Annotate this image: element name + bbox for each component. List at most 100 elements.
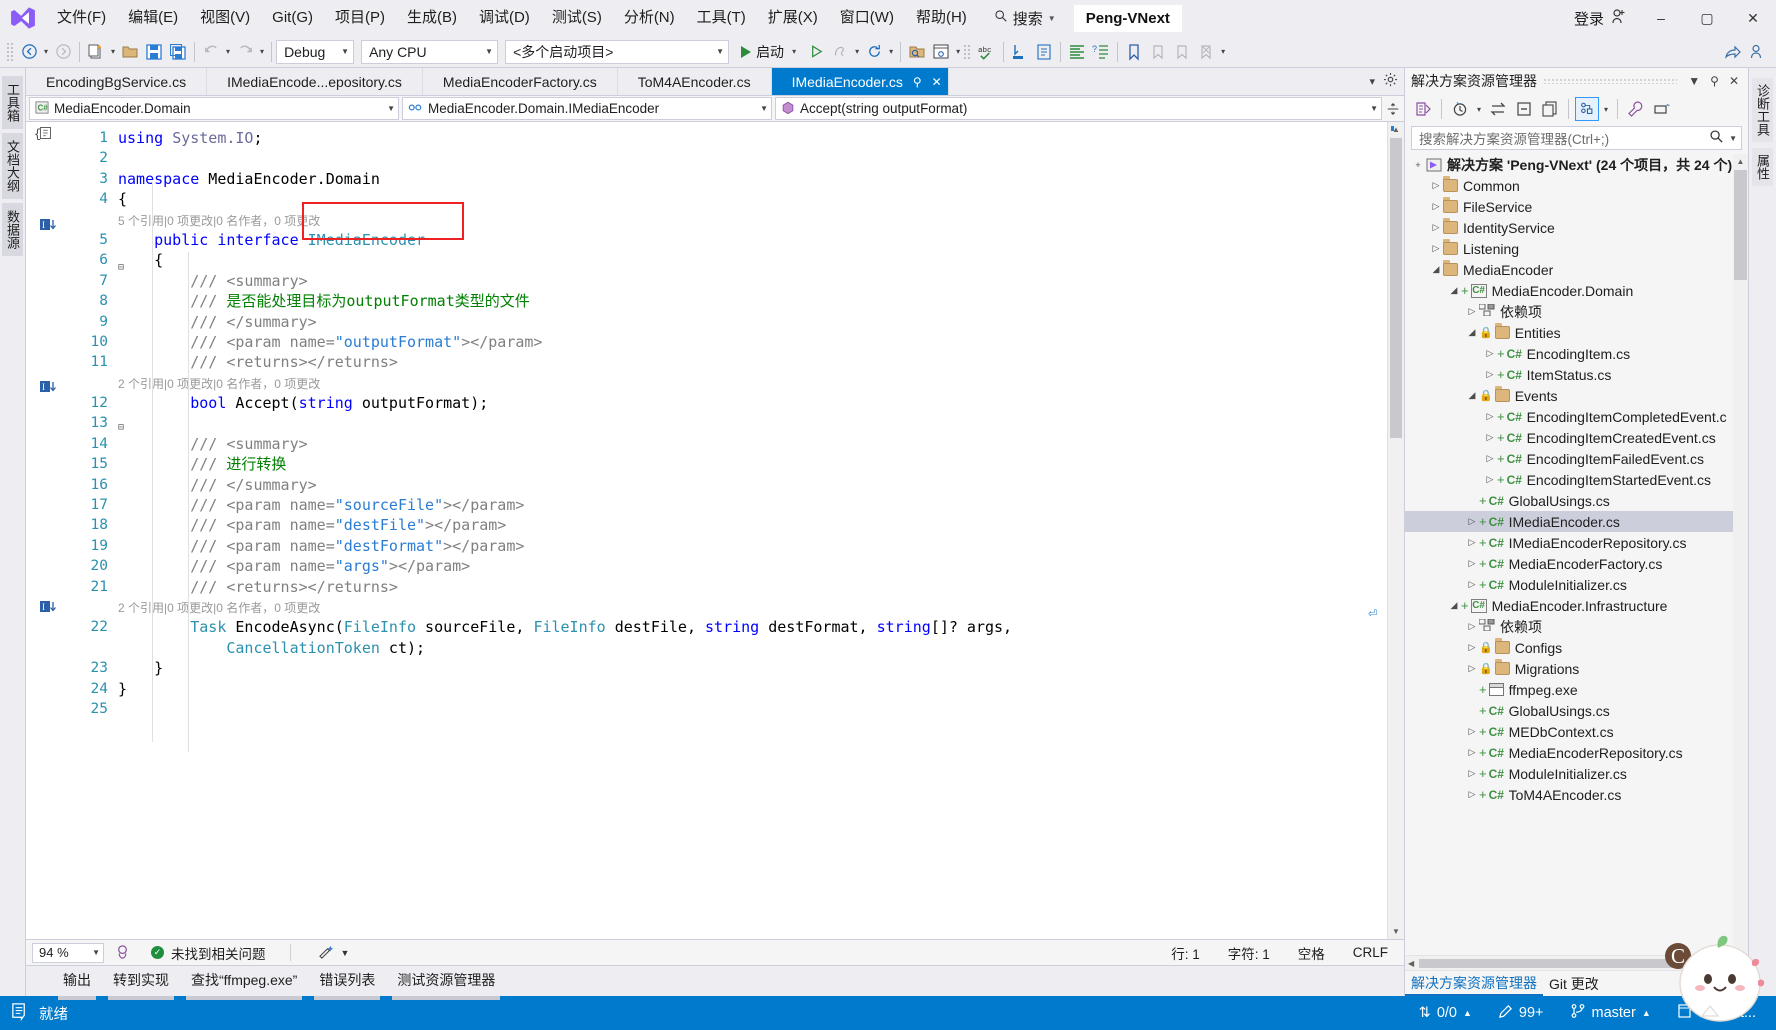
pin-window-icon[interactable]: ⚲ <box>1705 74 1724 88</box>
menu-git[interactable]: Git(G) <box>261 4 324 32</box>
tree-item-[interactable]: ▷ 依赖项 <box>1405 616 1748 637</box>
next-bookmark-button[interactable] <box>1170 39 1194 65</box>
code-map-icon[interactable] <box>1411 97 1435 121</box>
menu-file[interactable]: 文件(F) <box>46 4 117 32</box>
inheritance-glyph-method-1[interactable]: I <box>40 380 58 397</box>
solution-explorer-hscrollbar[interactable]: ◀ ▶ <box>1405 955 1748 970</box>
editor-tab-encodingbgservice[interactable]: EncodingBgService.cs <box>26 68 208 95</box>
navigate-forward-button[interactable] <box>51 39 75 65</box>
tree-item-common[interactable]: ▷ Common <box>1405 175 1748 196</box>
view-class-view-icon[interactable] <box>1575 97 1600 121</box>
toggle-bookmark-button[interactable] <box>1122 39 1146 65</box>
split-editor-button[interactable] <box>1382 96 1404 121</box>
tree-item-globalusings-cs[interactable]: + C# GlobalUsings.cs <box>1405 700 1748 721</box>
bookmarks-overflow-icon[interactable]: ▾ <box>1218 47 1228 56</box>
tree-item-encodingitem-cs[interactable]: ▷ + C# EncodingItem.cs <box>1405 343 1748 364</box>
account-settings-button[interactable] <box>1745 39 1770 65</box>
search-icon[interactable] <box>1709 129 1724 147</box>
zoom-level-combo[interactable]: 94 % ▼ <box>32 942 104 963</box>
menu-analyze[interactable]: 分析(N) <box>613 4 686 32</box>
dock-tab-document-outline[interactable]: 文档大纲 <box>2 133 23 199</box>
global-search[interactable]: 搜索 ▼ <box>994 8 1056 29</box>
expander-icon[interactable]: ▷ <box>1429 243 1443 254</box>
nav-member-combo[interactable]: Accept(string outputFormat) ▼ <box>775 97 1382 120</box>
collapse-all-icon[interactable] <box>1512 97 1536 121</box>
step-out-button[interactable] <box>1032 39 1056 65</box>
solution-explorer-scrollbar[interactable]: ▲ <box>1733 154 1748 955</box>
codelens-encodeasync[interactable]: 2 个引用|0 项更改|0 名作者，0 项更改 <box>118 597 1387 617</box>
active-files-dropdown-icon[interactable]: ▾ <box>1369 75 1375 88</box>
show-all-files-icon[interactable] <box>1538 97 1562 121</box>
new-project-button[interactable] <box>84 39 108 65</box>
tree-item-migrations[interactable]: ▷ 🔒 Migrations <box>1405 658 1748 679</box>
code-editor[interactable]: { I I I 1 2 3 4 5 6 7 8 9 10 11 12 13 14… <box>26 122 1404 940</box>
editor-vertical-scrollbar[interactable]: ▲ ▼ <box>1387 122 1404 939</box>
scroll-up-icon[interactable]: ▲ <box>1733 154 1748 169</box>
expander-icon[interactable]: ▷ <box>1465 663 1479 674</box>
tree-item-listening[interactable]: ▷ Listening <box>1405 238 1748 259</box>
tree-item-imediaencoderrepository-cs[interactable]: ▷ + C# IMediaEncoderRepository.cs <box>1405 532 1748 553</box>
expander-icon[interactable]: ▷ <box>1483 474 1497 485</box>
minimize-button[interactable]: – <box>1638 0 1684 36</box>
clear-bookmarks-button[interactable] <box>1194 39 1218 65</box>
dock-tab-data-sources[interactable]: 数据源 <box>2 203 23 256</box>
tree-item-itemstatus-cs[interactable]: ▷ + C# ItemStatus.cs <box>1405 364 1748 385</box>
bottom-tab-test-explorer[interactable]: 测试资源管理器 <box>386 966 506 1000</box>
tree-item-encodingitemstartedevent-cs[interactable]: ▷ + C# EncodingItemStartedEvent.cs <box>1405 469 1748 490</box>
close-tab-icon[interactable]: ✕ <box>932 75 942 89</box>
solution-platform-combo[interactable]: Any CPU ▼ <box>361 39 499 64</box>
view-dropdown-icon[interactable]: ▾ <box>1601 105 1611 114</box>
startup-project-combo[interactable]: <多个启动项目> ▼ <box>505 39 730 64</box>
undo-button[interactable] <box>199 39 223 65</box>
find-in-files-button[interactable] <box>905 39 929 65</box>
tree-item-identityservice[interactable]: ▷ IdentityService <box>1405 217 1748 238</box>
expander-icon[interactable]: ▷ <box>1465 789 1479 800</box>
inheritance-glyph-interface[interactable]: I <box>40 218 58 235</box>
editor-tab-mediaencoderfactory[interactable]: MediaEncoderFactory.cs <box>422 68 618 95</box>
tree-item-medbcontext-cs[interactable]: ▷ + C# MEDbContext.cs <box>1405 721 1748 742</box>
redo-dropdown-icon[interactable]: ▾ <box>257 47 267 56</box>
pin-tab-icon[interactable]: ⚲ <box>913 75 922 89</box>
line-ending-indicator[interactable]: CRLF <box>1353 945 1388 960</box>
hot-reload-dropdown-icon[interactable]: ▾ <box>852 47 862 56</box>
expander-icon[interactable]: ▷ <box>1465 621 1479 632</box>
solution-explorer-search-input[interactable]: 搜索解决方案资源管理器(Ctrl+;) ▼ <box>1411 126 1742 150</box>
spellcheck-button[interactable]: abc <box>974 39 999 65</box>
menu-view[interactable]: 视图(V) <box>189 4 261 32</box>
bottom-tab-error-list[interactable]: 错误列表 <box>308 966 386 1000</box>
pending-changes-status[interactable]: 99+ <box>1498 1004 1544 1023</box>
close-window-icon[interactable]: ✕ <box>1724 74 1744 88</box>
tree-item-imediaencoder-cs[interactable]: ▷ + C# IMediaEncoder.cs <box>1405 511 1748 532</box>
sync-with-active-document-icon[interactable] <box>1486 97 1510 121</box>
redo-button[interactable] <box>233 39 257 65</box>
menu-help[interactable]: 帮助(H) <box>905 4 978 32</box>
tree-item-ffmpeg-exe[interactable]: + ffmpeg.exe <box>1405 679 1748 700</box>
expander-icon[interactable]: ▷ <box>1465 558 1479 569</box>
tree-item-mediaencoderfactory-cs[interactable]: ▷ + C# MediaEncoderFactory.cs <box>1405 553 1748 574</box>
expander-icon[interactable]: ▷ <box>1429 201 1443 212</box>
search-options-chevron-icon[interactable]: ▼ <box>1724 134 1737 143</box>
properties-wrench-icon[interactable] <box>1624 97 1648 121</box>
menu-extensions[interactable]: 扩展(X) <box>757 4 829 32</box>
comment-selection-button[interactable]: ? <box>1089 39 1113 65</box>
expander-icon[interactable]: ▷ <box>1465 726 1479 737</box>
expander-icon[interactable]: ▷ <box>1483 453 1497 464</box>
close-button[interactable]: ✕ <box>1730 0 1776 36</box>
window-menu-icon[interactable]: ▼ <box>1683 74 1705 88</box>
tree-item-peng-vnext-24-24[interactable]: + 解决方案 'Peng-VNext' (24 个项目，共 24 个) <box>1405 154 1748 175</box>
nav-type-combo[interactable]: MediaEncoder.Domain.IMediaEncoder ▼ <box>402 97 772 120</box>
tree-item-mediaencoder[interactable]: ◢ MediaEncoder <box>1405 259 1748 280</box>
se-tab-git-changes[interactable]: Git 更改 <box>1543 971 1605 996</box>
expander-icon[interactable]: ◢ <box>1429 264 1443 275</box>
step-into-button[interactable] <box>1008 39 1032 65</box>
expander-icon[interactable]: ▷ <box>1465 747 1479 758</box>
undo-dropdown-icon[interactable]: ▾ <box>223 47 233 56</box>
start-without-debug-button[interactable] <box>804 39 828 65</box>
tab-well-settings-icon[interactable] <box>1383 72 1398 92</box>
save-button[interactable] <box>142 39 166 65</box>
git-branch-status[interactable]: master ▲ <box>1570 1003 1651 1023</box>
se-tab-solution-explorer[interactable]: 解决方案资源管理器 <box>1405 971 1543 996</box>
scroll-thumb[interactable] <box>1734 170 1747 280</box>
editor-tab-tom4aencoder[interactable]: ToM4AEncoder.cs <box>617 68 772 95</box>
sign-in-button[interactable]: 登录 <box>1562 8 1638 29</box>
